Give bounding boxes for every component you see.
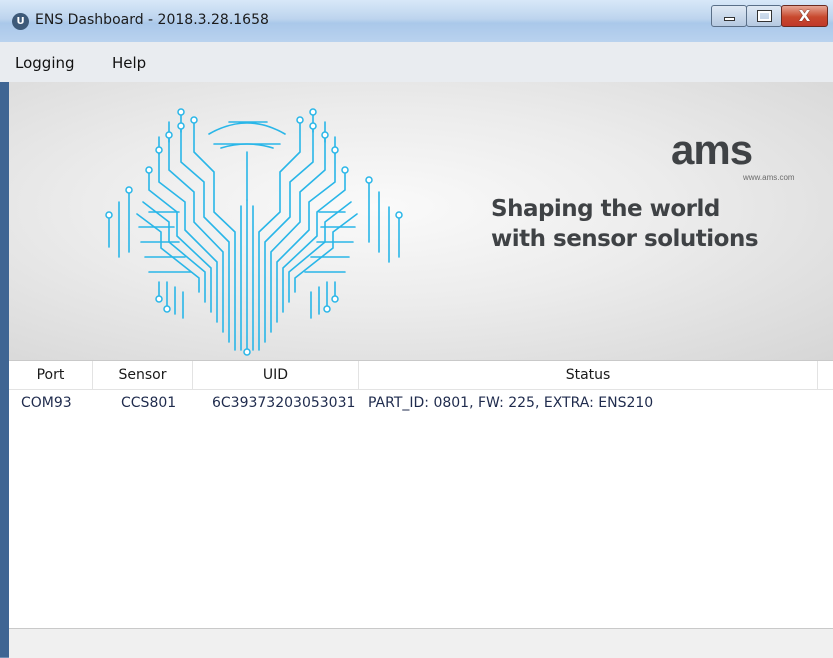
table-row[interactable]: COM93 CCS801 6C39373203053031 PART_ID: 0…	[9, 391, 833, 415]
app-window: U ENS Dashboard - 2018.3.28.1658 X Loggi…	[0, 0, 833, 658]
status-bar	[9, 628, 833, 658]
column-header-uid[interactable]: UID	[193, 361, 359, 389]
banner-image: ams www.ams.com Shaping the world with s…	[9, 82, 833, 360]
tagline: Shaping the world with sensor solutions	[491, 194, 759, 254]
menu-bar: Logging Help	[0, 42, 833, 82]
close-button[interactable]: X	[781, 5, 828, 27]
column-header-port[interactable]: Port	[9, 361, 93, 389]
menu-help[interactable]: Help	[112, 54, 146, 72]
column-header-sensor[interactable]: Sensor	[93, 361, 193, 389]
column-header-status[interactable]: Status	[359, 361, 818, 389]
cell-port: COM93	[21, 395, 72, 411]
title-bar[interactable]: U ENS Dashboard - 2018.3.28.1658 X	[0, 0, 833, 42]
sensor-table: Port Sensor UID Status COM93 CCS801 6C39…	[9, 360, 833, 629]
window-title: ENS Dashboard - 2018.3.28.1658	[35, 12, 269, 28]
table-header: Port Sensor UID Status	[9, 361, 833, 390]
menu-logging[interactable]: Logging	[15, 54, 75, 72]
close-icon: X	[798, 7, 811, 25]
minimize-button[interactable]	[711, 5, 747, 27]
cell-status: PART_ID: 0801, FW: 225, EXTRA: ENS210	[368, 395, 654, 411]
cell-sensor: CCS801	[121, 395, 177, 411]
window-frame-left	[0, 82, 9, 657]
cell-uid: 6C39373203053031	[212, 395, 356, 411]
ams-logo: ams	[671, 130, 753, 170]
logo-url: www.ams.com	[743, 173, 795, 182]
logo-wordmark: ams	[671, 130, 752, 170]
minimize-icon	[724, 17, 735, 21]
maximize-button[interactable]	[746, 5, 782, 27]
circuit-brain-icon	[105, 108, 403, 356]
app-icon[interactable]: U	[12, 13, 29, 30]
tagline-line-1: Shaping the world	[491, 196, 720, 222]
maximize-icon	[757, 10, 772, 22]
tagline-line-2: with sensor solutions	[491, 226, 759, 252]
